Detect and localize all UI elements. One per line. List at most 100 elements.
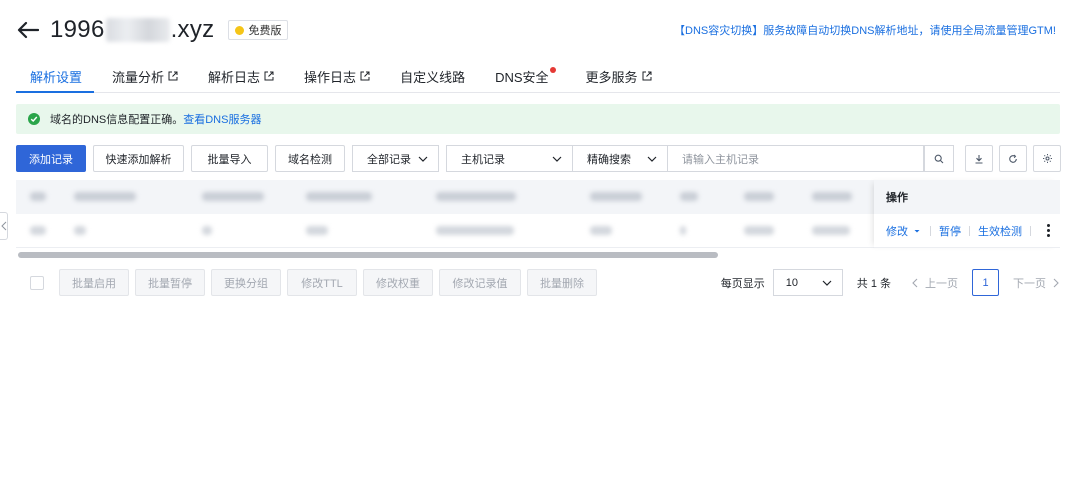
- search-field-select[interactable]: 主机记录: [446, 145, 573, 172]
- domain-redacted: [105, 18, 170, 42]
- modify-ttl-button[interactable]: 修改TTL: [287, 269, 357, 296]
- chevron-down-icon: [647, 156, 657, 162]
- divider: [969, 225, 970, 236]
- horizontal-scrollbar[interactable]: [18, 252, 718, 258]
- refresh-button[interactable]: [999, 145, 1027, 172]
- tab-label: 解析设置: [30, 69, 83, 85]
- redacted-cell: [74, 192, 136, 201]
- download-button[interactable]: [965, 145, 993, 172]
- page-size-select[interactable]: 10: [772, 269, 843, 296]
- horizontal-scroll-track: [16, 250, 1060, 260]
- divider: [1030, 225, 1031, 236]
- external-link-icon: [264, 71, 274, 81]
- tab-more-services[interactable]: 更多服务: [574, 60, 664, 92]
- page-size-value: 10: [785, 276, 799, 289]
- redacted-cell: [590, 226, 612, 235]
- modify-value-button[interactable]: 修改记录值: [439, 269, 521, 296]
- chevron-down-icon: [822, 280, 832, 286]
- search-input[interactable]: 请输入主机记录: [668, 145, 924, 172]
- match-mode-value: 精确搜索: [587, 153, 631, 166]
- caret-down-icon: [914, 229, 920, 232]
- chevron-down-icon: [552, 156, 562, 162]
- pagination: 每页显示 10 共 1 条 上一页 1 下一页: [721, 269, 1060, 296]
- match-mode-select[interactable]: 精确搜索: [573, 145, 668, 172]
- operation-column: 操作 修改 暂停 生效检测: [874, 180, 1060, 248]
- next-page-label: 下一页: [1013, 277, 1046, 290]
- record-toolbar: 添加记录 快速添加解析 批量导入 域名检测 全部记录 主机记录 精确搜索 请输入…: [16, 145, 954, 172]
- redacted-cell: [680, 192, 698, 201]
- record-filter-value: 全部记录: [367, 153, 411, 166]
- redacted-cell: [812, 226, 850, 235]
- redacted-cell: [744, 192, 774, 201]
- page-header: 1996 .xyz 免费版: [16, 14, 289, 46]
- success-check-icon: [28, 113, 40, 125]
- view-dns-servers-link[interactable]: 查看DNS服务器: [183, 111, 261, 127]
- effect-check-link[interactable]: 生效检测: [978, 223, 1022, 239]
- back-arrow-icon[interactable]: [16, 18, 40, 42]
- plan-badge: 免费版: [228, 20, 289, 40]
- redacted-cell: [812, 192, 852, 201]
- records-table: 操作 修改 暂停 生效检测: [16, 180, 1060, 262]
- tab-custom-lines[interactable]: 自定义线路: [388, 60, 477, 92]
- external-link-icon: [168, 71, 178, 81]
- external-link-icon: [642, 71, 652, 81]
- domain-prefix: 1996: [50, 16, 105, 43]
- select-all-checkbox[interactable]: [30, 275, 44, 290]
- more-actions-icon[interactable]: [1043, 222, 1054, 239]
- search-field-value: 主机记录: [461, 153, 505, 166]
- redacted-cell: [74, 226, 86, 235]
- record-filter-select[interactable]: 全部记录: [352, 145, 439, 172]
- prev-page-label: 上一页: [925, 277, 958, 290]
- chevron-left-icon: [0, 221, 6, 231]
- plan-badge-label: 免费版: [248, 25, 282, 37]
- dns-status-alert: 域名的DNS信息配置正确。 查看DNS服务器: [16, 104, 1060, 134]
- modify-weight-button[interactable]: 修改权重: [363, 269, 433, 296]
- gtm-notice-link[interactable]: 【DNS容灾切换】服务故障自动切换DNS解析地址，请使用全局流量管理GTM!: [674, 22, 1056, 38]
- change-group-button[interactable]: 更换分组: [211, 269, 281, 296]
- tab-label: 更多服务: [585, 69, 638, 85]
- batch-delete-button[interactable]: 批量删除: [527, 269, 597, 296]
- add-record-button[interactable]: 添加记录: [16, 145, 86, 172]
- notification-dot: [549, 67, 556, 73]
- redacted-cell: [202, 226, 212, 235]
- domain-check-button[interactable]: 域名检测: [275, 145, 345, 172]
- tab-label: 流量分析: [112, 69, 165, 85]
- batch-import-button[interactable]: 批量导入: [191, 145, 268, 172]
- next-page-button[interactable]: 下一页: [1013, 275, 1060, 291]
- batch-actions-bar: 批量启用 批量暂停 更换分组 修改TTL 修改权重 修改记录值 批量删除: [30, 269, 603, 296]
- table-row[interactable]: [16, 214, 874, 248]
- redacted-cell: [306, 192, 372, 201]
- domain-suffix: .xyz: [170, 16, 215, 43]
- table-header: [16, 180, 874, 214]
- external-link-icon: [360, 71, 370, 81]
- modify-dropdown[interactable]: 修改: [886, 223, 922, 239]
- per-page-label: 每页显示: [720, 277, 765, 290]
- redacted-cell: [306, 226, 328, 235]
- batch-enable-button[interactable]: 批量启用: [59, 269, 129, 296]
- redacted-cell: [590, 192, 642, 201]
- redacted-cell: [744, 226, 774, 235]
- tab-resolve-log[interactable]: 解析日志: [196, 60, 286, 92]
- chevron-down-icon: [418, 156, 428, 162]
- domain-title: 1996 .xyz: [50, 16, 214, 44]
- page-number-button[interactable]: 1: [972, 269, 999, 296]
- pause-link[interactable]: 暂停: [939, 223, 961, 239]
- tab-operation-log[interactable]: 操作日志: [292, 60, 382, 92]
- gear-icon: [1042, 154, 1052, 163]
- total-count: 共 1 条: [856, 277, 891, 290]
- tab-label: 操作日志: [304, 69, 357, 85]
- tab-dns-security[interactable]: DNS安全: [483, 60, 567, 92]
- collapse-sidebar-handle[interactable]: [0, 212, 8, 240]
- plan-badge-icon: [235, 25, 245, 35]
- quick-add-button[interactable]: 快速添加解析: [93, 145, 184, 172]
- redacted-cell: [30, 226, 46, 235]
- tab-resolve-settings[interactable]: 解析设置: [16, 60, 95, 93]
- tab-traffic-analysis[interactable]: 流量分析: [100, 60, 190, 92]
- search-button[interactable]: [924, 145, 954, 172]
- settings-button[interactable]: [1033, 145, 1061, 172]
- batch-pause-button[interactable]: 批量暂停: [135, 269, 205, 296]
- prev-page-button[interactable]: 上一页: [911, 275, 958, 291]
- search-icon: [934, 154, 944, 163]
- redacted-cell: [30, 192, 46, 201]
- divider: [930, 225, 931, 236]
